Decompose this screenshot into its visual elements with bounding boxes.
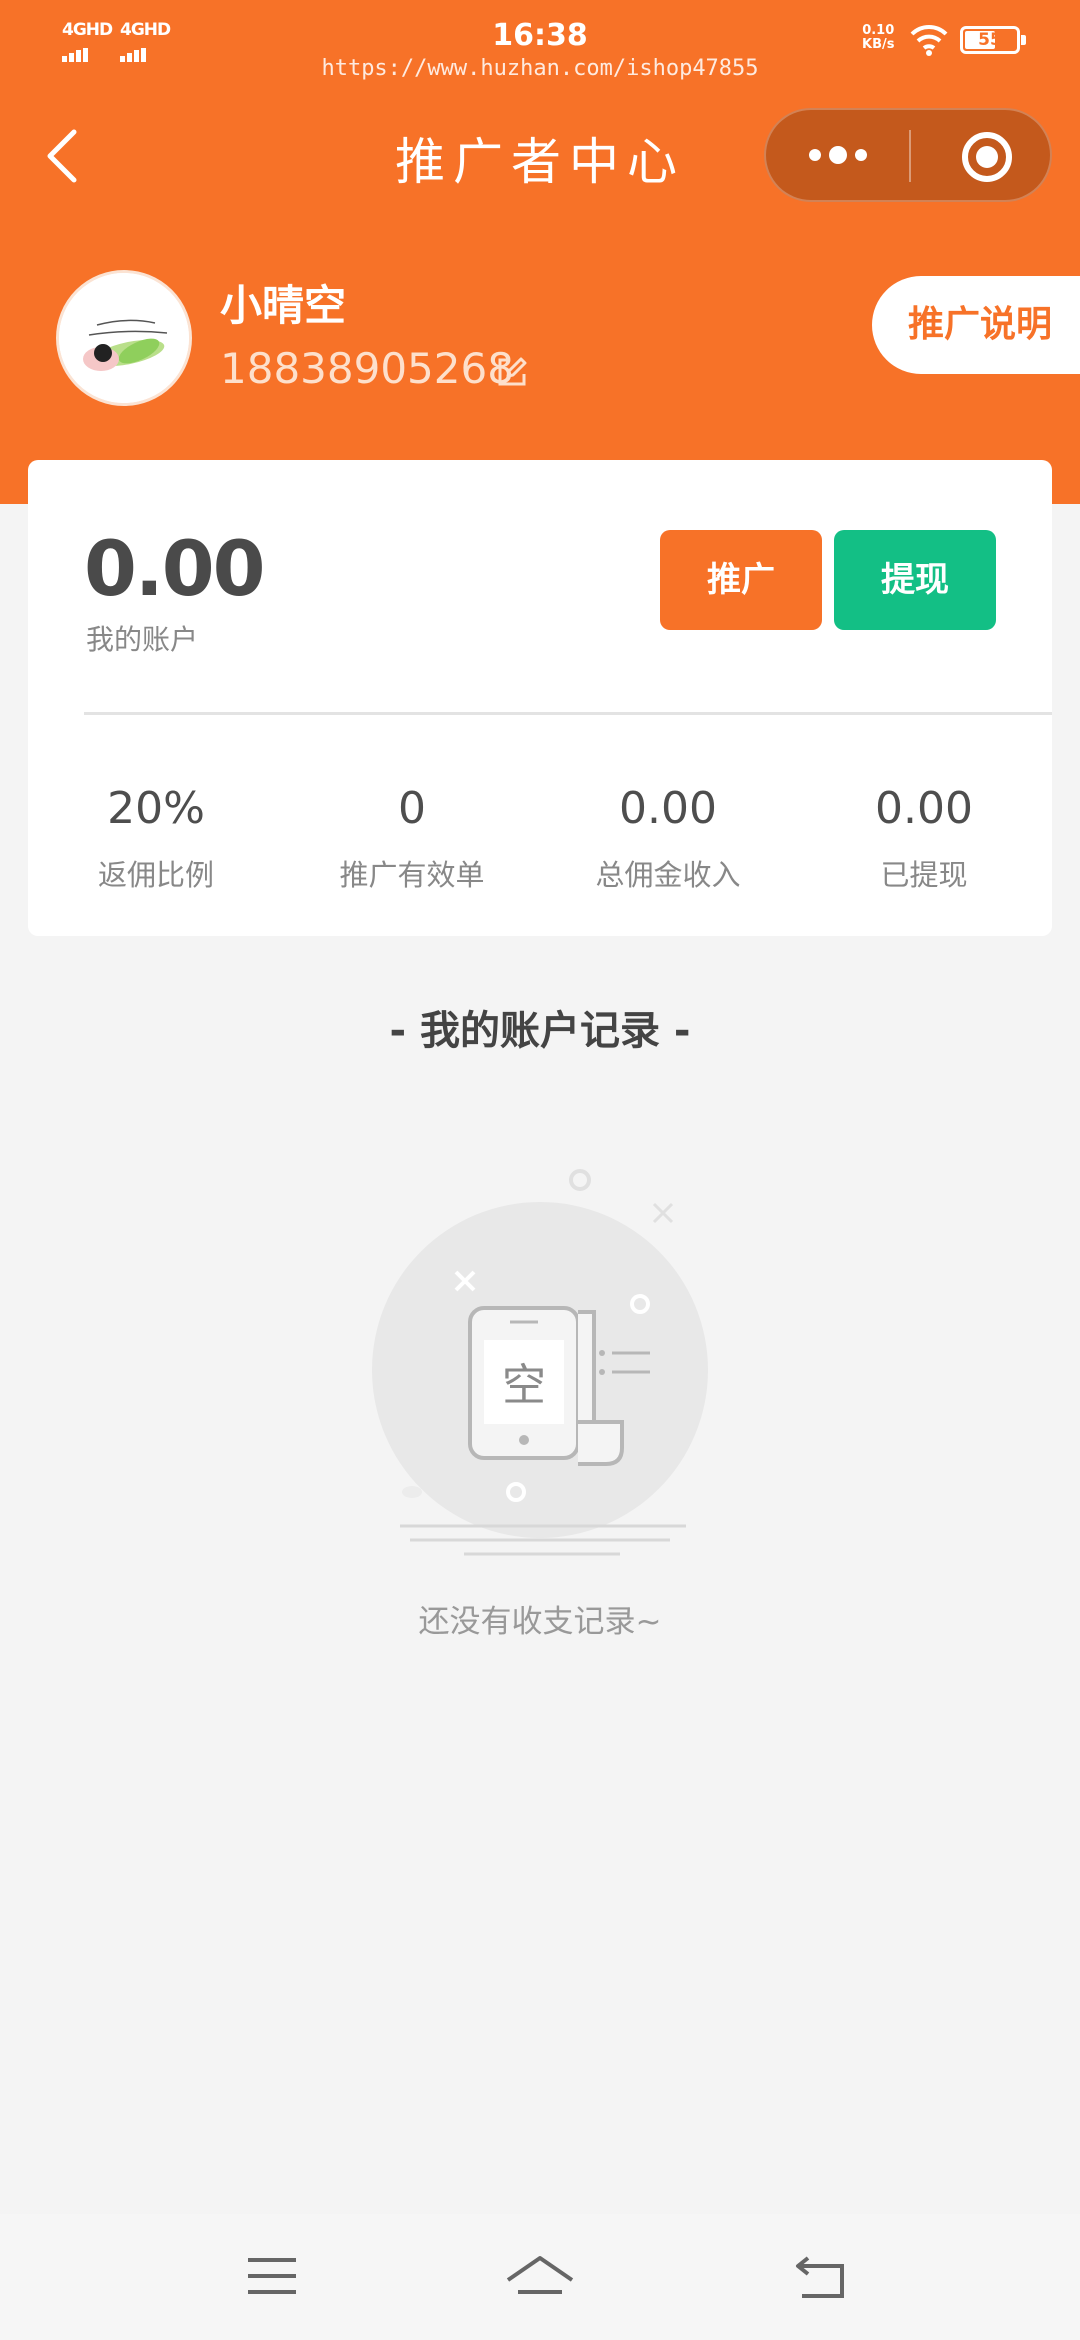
- stat-value: 0.00: [619, 783, 717, 834]
- withdraw-button[interactable]: 提现: [834, 530, 996, 630]
- network-speed: 0.10 KB/s: [862, 24, 894, 52]
- menu-icon[interactable]: [244, 2252, 300, 2300]
- avatar[interactable]: [56, 270, 192, 406]
- promo-description-button[interactable]: 推广说明: [872, 276, 1080, 374]
- network-speed-unit: KB/s: [862, 37, 895, 52]
- stat-value: 20%: [107, 783, 205, 834]
- status-bar: 4GHD 4GHD 16:38 https://www.huzhan.com/i…: [0, 0, 1080, 81]
- stat-withdrawn: 0.00 已提现: [796, 782, 1052, 894]
- stat-label: 返佣比例: [97, 858, 214, 892]
- stat-commission-rate: 20% 返佣比例: [28, 782, 284, 894]
- empty-glyph: 空: [502, 1360, 546, 1411]
- empty-records-illustration: 空: [372, 1169, 708, 1556]
- more-icon[interactable]: [766, 110, 910, 200]
- account-balance-label: 我的账户: [86, 623, 199, 656]
- account-card: 0.00 我的账户 推广 提现 20% 返佣比例 0 推广有效单 0.00 总佣…: [28, 460, 1052, 936]
- return-icon[interactable]: [792, 2252, 850, 2302]
- close-target-icon[interactable]: [962, 132, 1012, 182]
- network-speed-value: 0.10: [862, 23, 895, 38]
- capsule-divider: [909, 130, 911, 182]
- mini-program-capsule: [764, 108, 1052, 202]
- wifi-icon: [910, 24, 948, 56]
- account-balance: 0.00: [84, 524, 266, 613]
- stats-row: 20% 返佣比例 0 推广有效单 0.00 总佣金收入 0.00 已提现: [28, 782, 1052, 894]
- stat-label: 已提现: [880, 858, 968, 892]
- stat-valid-orders: 0 推广有效单: [284, 782, 540, 894]
- stat-value: 0: [398, 783, 426, 834]
- home-icon[interactable]: [504, 2252, 576, 2304]
- system-navigation-bar: [0, 2214, 1080, 2340]
- empty-records-text: 还没有收支记录~: [418, 1604, 662, 1640]
- username: 小晴空: [220, 281, 347, 330]
- phone-number: 18838905268: [220, 344, 514, 393]
- records-section-title: - 我的账户记录 -: [389, 1008, 691, 1054]
- stat-value: 0.00: [875, 783, 973, 834]
- card-divider: [84, 712, 1052, 715]
- watermark-url: https://www.huzhan.com/ishop47855: [321, 56, 759, 81]
- battery-indicator: 55: [960, 26, 1026, 54]
- battery-level: 55: [978, 30, 1002, 50]
- edit-icon[interactable]: [496, 356, 528, 388]
- stat-label: 推广有效单: [339, 858, 485, 892]
- stat-total-commission: 0.00 总佣金收入: [540, 782, 796, 894]
- avatar-image: [59, 273, 189, 403]
- promote-button[interactable]: 推广: [660, 530, 822, 630]
- stat-label: 总佣金收入: [595, 858, 741, 892]
